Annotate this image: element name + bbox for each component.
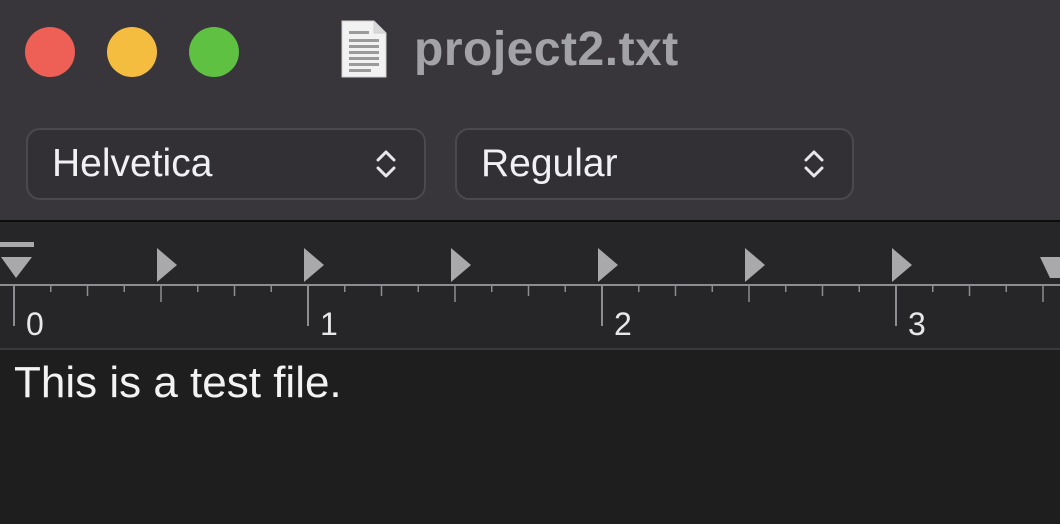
tab-stop-marker[interactable] <box>598 248 618 282</box>
window-title-group: project2.txt <box>340 14 679 84</box>
tab-stop-marker[interactable] <box>451 248 471 282</box>
window-title: project2.txt <box>414 22 679 76</box>
tab-stop-marker[interactable] <box>157 248 177 282</box>
ruler-number: 3 <box>908 306 926 342</box>
document-content[interactable]: This is a test file. <box>14 358 342 408</box>
minimize-button[interactable] <box>107 27 157 77</box>
chevron-up-down-icon <box>804 150 824 178</box>
ruler-number: 1 <box>320 306 338 342</box>
textedit-window: project2.txt Helvetica Regular 0 1 2 3 T… <box>0 0 1060 524</box>
title-bar[interactable]: project2.txt Helvetica Regular <box>0 0 1060 222</box>
ruler-number: 0 <box>26 306 44 342</box>
tab-stop-marker[interactable] <box>892 248 912 282</box>
right-margin-marker[interactable] <box>1040 257 1060 278</box>
ruler[interactable]: 0 1 2 3 <box>0 222 1060 350</box>
chevron-up-down-icon <box>376 150 396 178</box>
tab-stop-marker[interactable] <box>745 248 765 282</box>
close-button[interactable] <box>25 27 75 77</box>
font-family-value: Helvetica <box>52 142 213 185</box>
font-family-popup[interactable]: Helvetica <box>26 128 426 200</box>
tab-stop-marker[interactable] <box>304 248 324 282</box>
font-style-popup[interactable]: Regular <box>455 128 854 200</box>
text-document-icon[interactable] <box>340 19 388 79</box>
font-style-value: Regular <box>481 142 618 185</box>
text-editor[interactable]: This is a test file. <box>0 350 1060 524</box>
zoom-button[interactable] <box>189 27 239 77</box>
indent-marker[interactable] <box>0 242 34 278</box>
ruler-number: 2 <box>614 306 632 342</box>
ruler-markings <box>0 242 1060 326</box>
